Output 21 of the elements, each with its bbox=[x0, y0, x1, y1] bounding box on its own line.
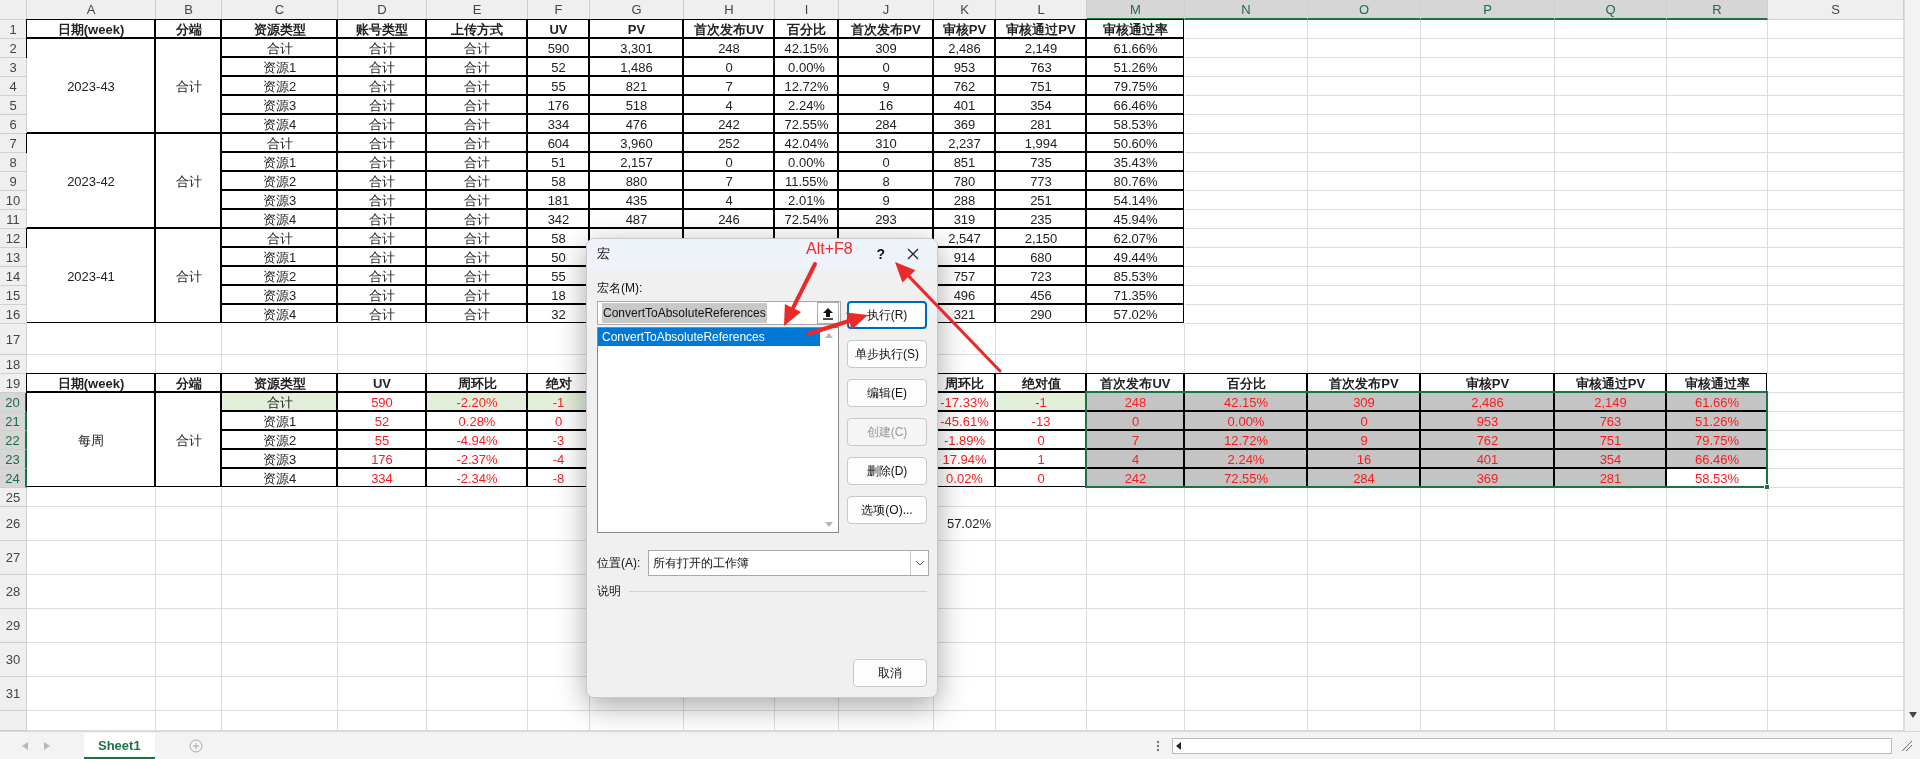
table-cell: 每周 bbox=[27, 393, 156, 488]
table-cell: 合计 bbox=[156, 393, 222, 488]
table-cell: 合计 bbox=[156, 39, 222, 134]
table-cell: 2023-42 bbox=[27, 134, 156, 229]
table-cell: 资源4 bbox=[222, 305, 338, 324]
table-cell: 290 bbox=[996, 305, 1087, 324]
field-label: 说明 bbox=[597, 583, 621, 600]
field-label: 位置(A): bbox=[597, 555, 641, 572]
table-cell: 资源4 bbox=[222, 469, 338, 488]
table-cell: 合计 bbox=[156, 229, 222, 324]
field-label: 宏名(M): bbox=[597, 280, 643, 297]
table-cell: 2023-41 bbox=[27, 229, 156, 324]
table-cell: 57.02% bbox=[1087, 305, 1185, 324]
table-cell: 合计 bbox=[156, 134, 222, 229]
table-cell: -2.34% bbox=[427, 469, 528, 488]
table-cell: 2023-43 bbox=[27, 39, 156, 134]
annotation-label: Alt+F8 bbox=[806, 241, 853, 257]
table-cell: 合计 bbox=[427, 305, 528, 324]
window-title: 宏 bbox=[597, 245, 610, 264]
table-cell: 334 bbox=[338, 469, 427, 488]
table-cell: 合计 bbox=[338, 305, 427, 324]
